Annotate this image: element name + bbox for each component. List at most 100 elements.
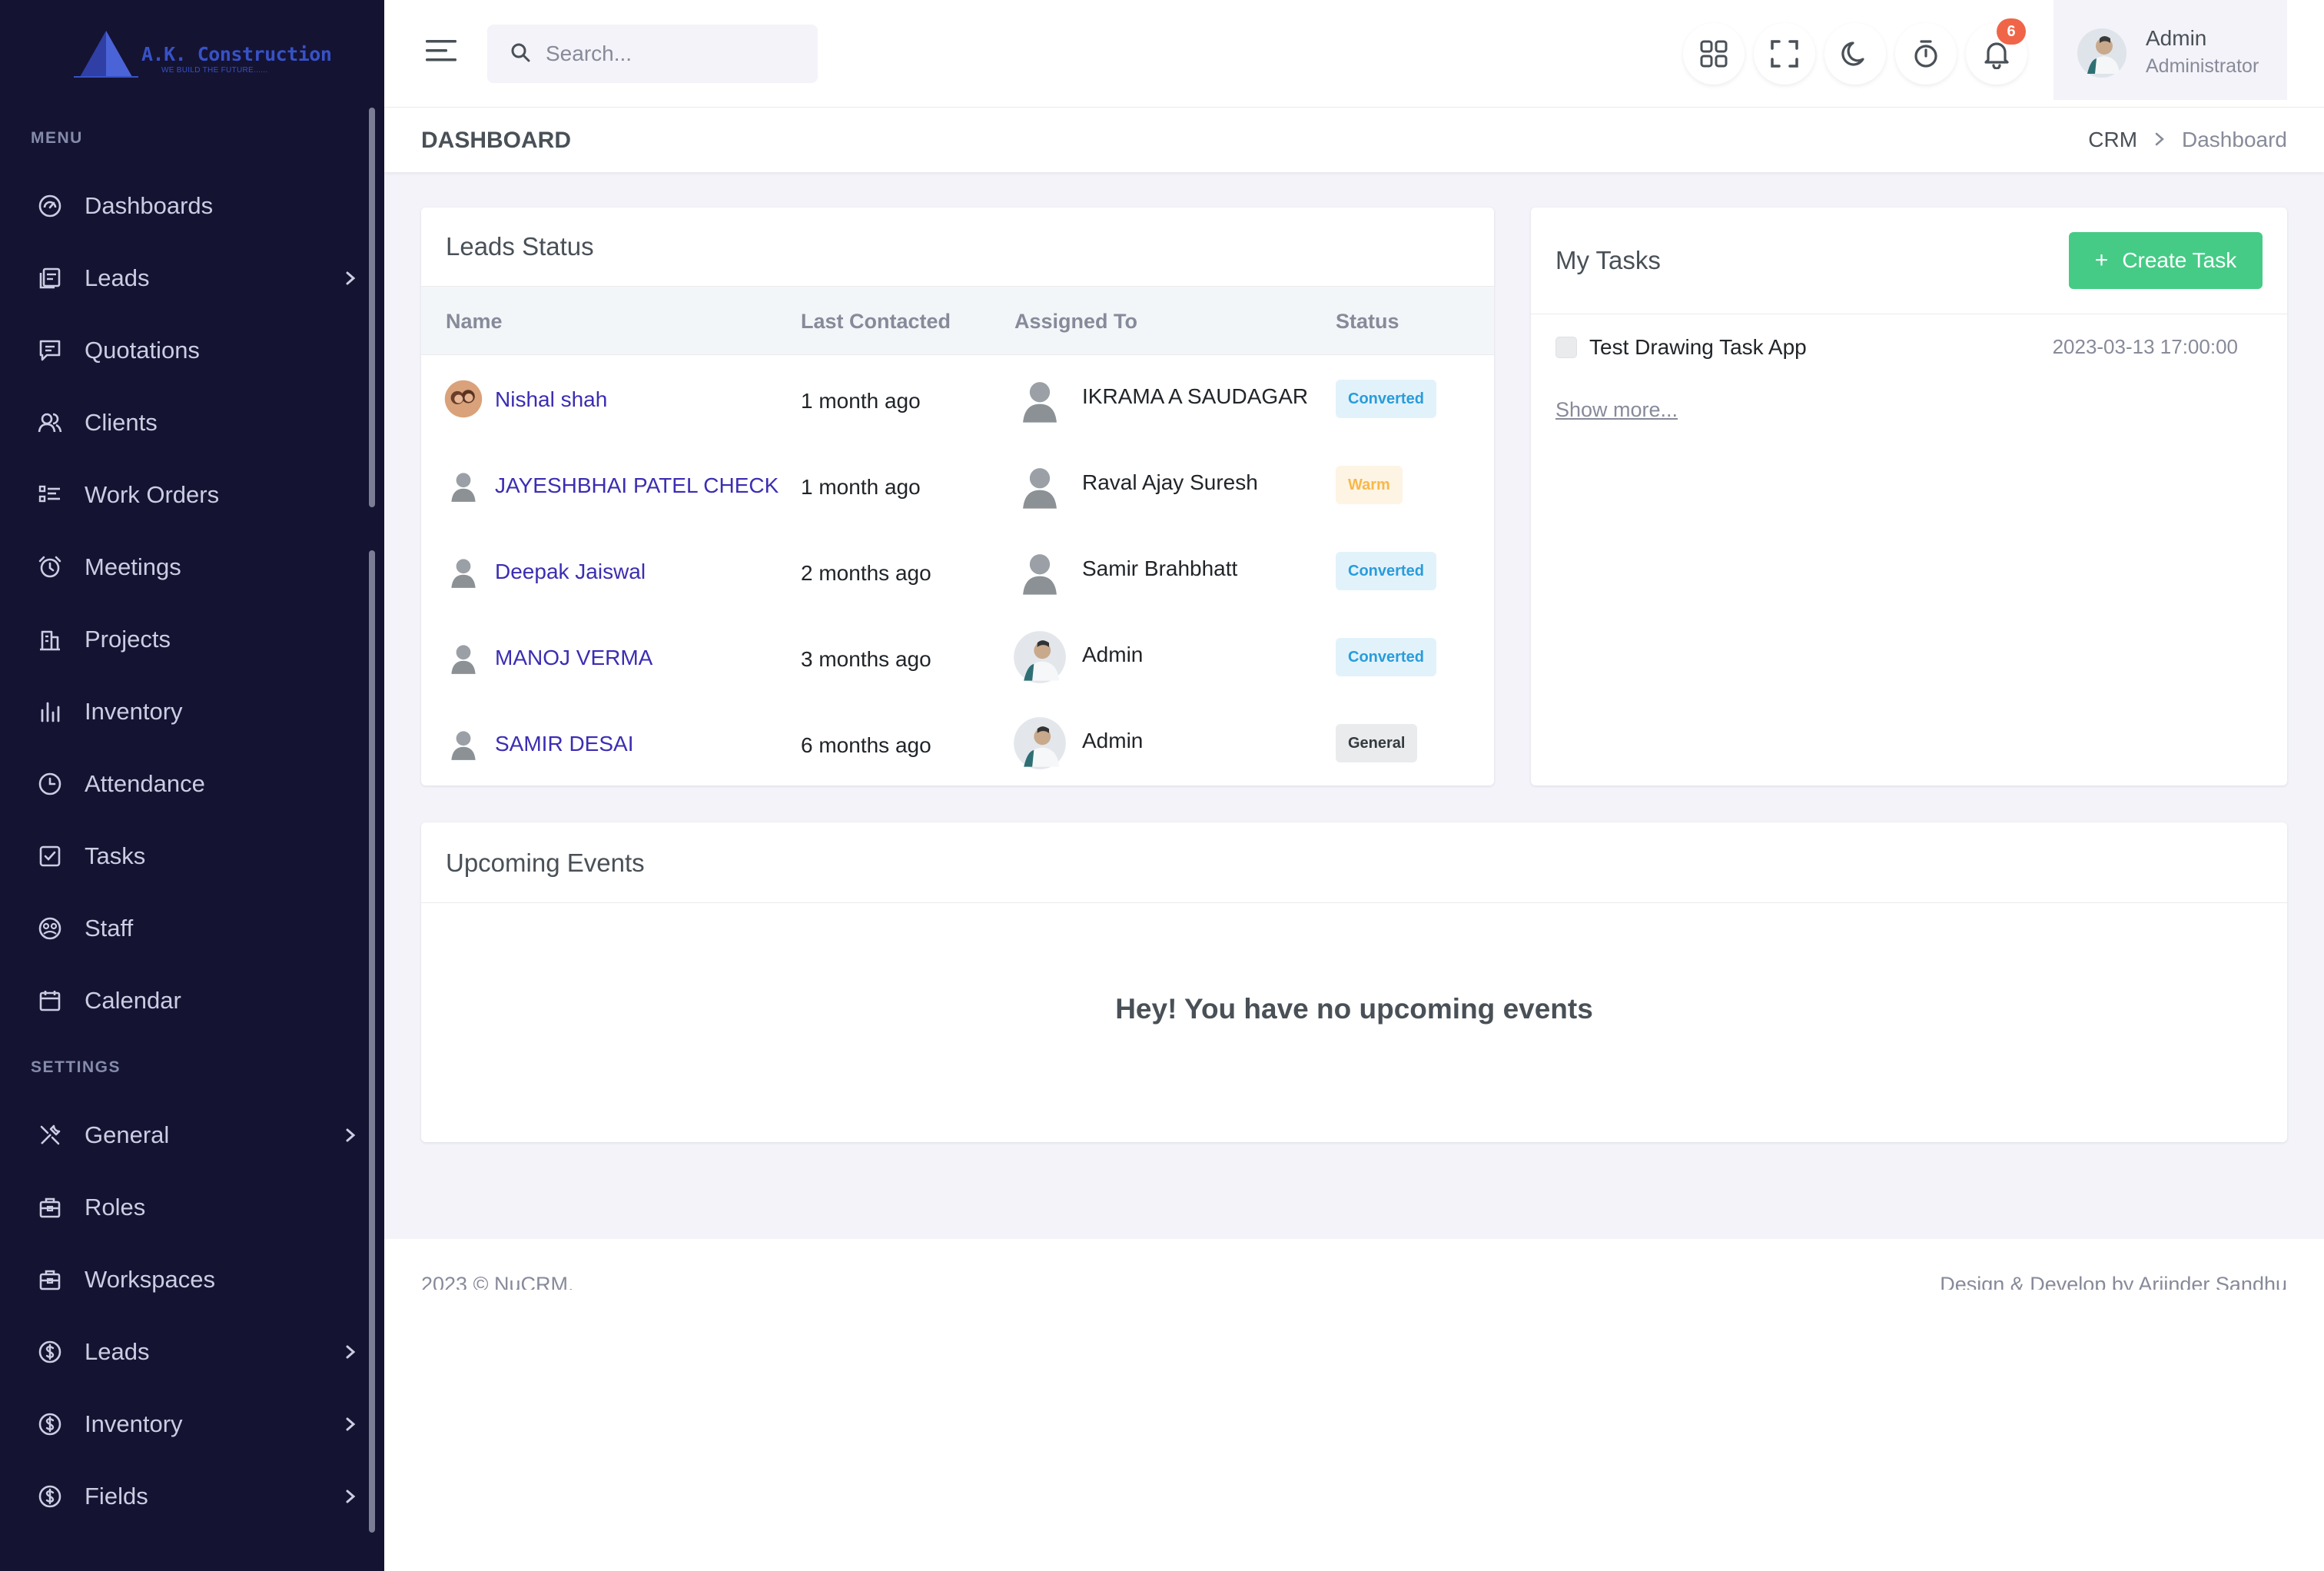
calendar-icon — [37, 988, 63, 1014]
sidebar-item-work-orders[interactable]: Work Orders — [31, 472, 361, 518]
column-header-name[interactable]: Name — [446, 310, 503, 334]
status-badge: Converted — [1336, 552, 1436, 590]
column-header-assigned-to[interactable]: Assigned To — [1014, 310, 1137, 334]
lead-name-link[interactable]: Nishal shah — [495, 387, 607, 412]
sidebar-item-quotations[interactable]: Quotations — [31, 327, 361, 374]
assignee-avatar — [1013, 458, 1067, 516]
lead-avatar — [444, 638, 483, 680]
sidebar-item-label: Quotations — [85, 337, 200, 364]
chevron-right-icon — [344, 269, 357, 291]
menu-toggle-icon[interactable] — [424, 37, 458, 68]
footer: 2023 © NuCRM. Design & Develop by Arjind… — [384, 1239, 2324, 1296]
menu-section-title: MENU — [31, 129, 83, 147]
briefcase-icon — [37, 1194, 63, 1221]
moon-icon — [1841, 42, 1864, 66]
lead-last-contacted: 6 months ago — [801, 733, 931, 757]
sidebar-item-label: Projects — [85, 626, 171, 653]
column-header-last-contacted[interactable]: Last Contacted — [801, 310, 951, 334]
leads-icon — [37, 265, 63, 291]
checkbox-icon — [37, 843, 63, 869]
sidebar-item-label: Inventory — [85, 1410, 183, 1437]
status-badge: Converted — [1336, 638, 1436, 676]
show-more-link[interactable]: Show more... — [1555, 398, 1678, 422]
assignee-name: Samir Brahbhatt — [1082, 556, 1238, 580]
work-orders-icon — [37, 482, 63, 508]
sidebar-settings-item-leads[interactable]: Leads — [31, 1329, 361, 1375]
timer-button[interactable] — [1895, 23, 1957, 85]
chevron-right-icon — [344, 1126, 357, 1148]
quotations-icon — [37, 337, 63, 364]
lead-name-link[interactable]: SAMIR DESAI — [495, 732, 633, 756]
briefcase-icon — [37, 1267, 63, 1293]
sidebar-settings-item-fields[interactable]: Fields — [31, 1473, 361, 1520]
sidebar-item-label: Roles — [85, 1194, 146, 1221]
brand-logo[interactable]: A.K. Construction WE BUILD THE FUTURE...… — [74, 28, 332, 83]
sidebar-settings-item-workspaces[interactable]: Workspaces — [31, 1257, 361, 1303]
staff-icon — [37, 915, 63, 942]
alarm-icon — [37, 554, 63, 580]
coin-icon — [37, 1411, 63, 1437]
create-task-button[interactable]: + Create Task — [2069, 232, 2263, 289]
sidebar-item-tasks[interactable]: Tasks — [31, 833, 361, 879]
settings-section-title: SETTINGS — [31, 1058, 121, 1076]
sidebar-item-staff[interactable]: Staff — [31, 905, 361, 952]
table-row: SAMIR DESAI 6 months ago Admin General — [421, 699, 1494, 786]
assignee-avatar — [1013, 544, 1067, 602]
status-badge: Converted — [1336, 380, 1436, 418]
sidebar-item-label: Leads — [85, 1338, 150, 1365]
assignee-name: Admin — [1082, 729, 1144, 752]
dark-mode-button[interactable] — [1824, 23, 1886, 85]
sidebar-item-clients[interactable]: Clients — [31, 400, 361, 446]
assignee-name: Admin — [1082, 643, 1144, 666]
notifications-button[interactable]: 6 — [1966, 18, 2027, 85]
sidebar-scrollbar[interactable] — [369, 108, 375, 507]
leads-table-header: Name Last Contacted Assigned To Status — [421, 286, 1494, 355]
lead-name-link[interactable]: MANOJ VERMA — [495, 646, 652, 670]
sidebar-item-projects[interactable]: Projects — [31, 616, 361, 663]
lead-name-link[interactable]: Deepak Jaiswal — [495, 560, 646, 584]
task-checkbox[interactable] — [1555, 337, 1577, 358]
bar-chart-icon — [37, 699, 63, 725]
sidebar-item-leads[interactable]: Leads — [31, 255, 361, 301]
sidebar-item-label: Fields — [85, 1483, 148, 1510]
sidebar-item-inventory[interactable]: Inventory — [31, 689, 361, 735]
lead-name-link[interactable]: JAYESHBHAI PATEL CHECK — [495, 473, 779, 498]
tools-icon — [37, 1122, 63, 1148]
lead-last-contacted: 3 months ago — [801, 647, 931, 671]
sidebar-item-label: Staff — [85, 915, 134, 942]
breadcrumb-crm-link[interactable]: CRM — [2088, 128, 2137, 152]
sidebar-item-attendance[interactable]: Attendance — [31, 761, 361, 807]
search-input[interactable] — [546, 42, 792, 66]
status-badge: Warm — [1336, 466, 1403, 504]
create-task-label: Create Task — [2122, 248, 2237, 272]
fullscreen-button[interactable] — [1754, 23, 1815, 85]
user-role: Administrator — [2146, 55, 2259, 77]
sidebar-settings-item-inventory[interactable]: Inventory — [31, 1401, 361, 1447]
dashboard-icon — [37, 193, 63, 219]
sidebar-item-dashboards[interactable]: Dashboards — [31, 183, 361, 229]
task-name[interactable]: Test Drawing Task App — [1589, 335, 1807, 360]
sidebar-item-meetings[interactable]: Meetings — [31, 544, 361, 590]
building-icon — [37, 626, 63, 653]
user-menu[interactable]: Admin Administrator — [2053, 0, 2287, 100]
sidebar-item-label: Tasks — [85, 842, 146, 869]
leads-status-title: Leads Status — [446, 232, 594, 261]
assignee-avatar — [1013, 372, 1067, 430]
sidebar-settings-item-roles[interactable]: Roles — [31, 1184, 361, 1231]
apps-grid-button[interactable] — [1683, 23, 1745, 85]
assignee-name: IKRAMA A SAUDAGAR — [1082, 384, 1309, 408]
topbar: 6 Admin Administrator — [384, 0, 2324, 108]
assignee-avatar — [1013, 630, 1067, 688]
breadcrumb-chevron-icon — [2154, 128, 2165, 152]
chevron-right-icon — [344, 1487, 357, 1510]
task-due-date: 2023-03-13 17:00:00 — [2052, 335, 2238, 358]
chevron-right-icon — [344, 1415, 357, 1437]
sidebar-item-calendar[interactable]: Calendar — [31, 978, 361, 1024]
sidebar-item-label: Calendar — [85, 987, 181, 1014]
timer-icon — [1914, 40, 1937, 68]
column-header-status[interactable]: Status — [1336, 310, 1399, 334]
sidebar-settings-item-general[interactable]: General — [31, 1112, 361, 1158]
sidebar-scrollbar-lower[interactable] — [369, 550, 375, 1533]
upcoming-events-card: Upcoming Events Hey! You have no upcomin… — [421, 822, 2287, 1142]
divider — [421, 902, 2287, 903]
